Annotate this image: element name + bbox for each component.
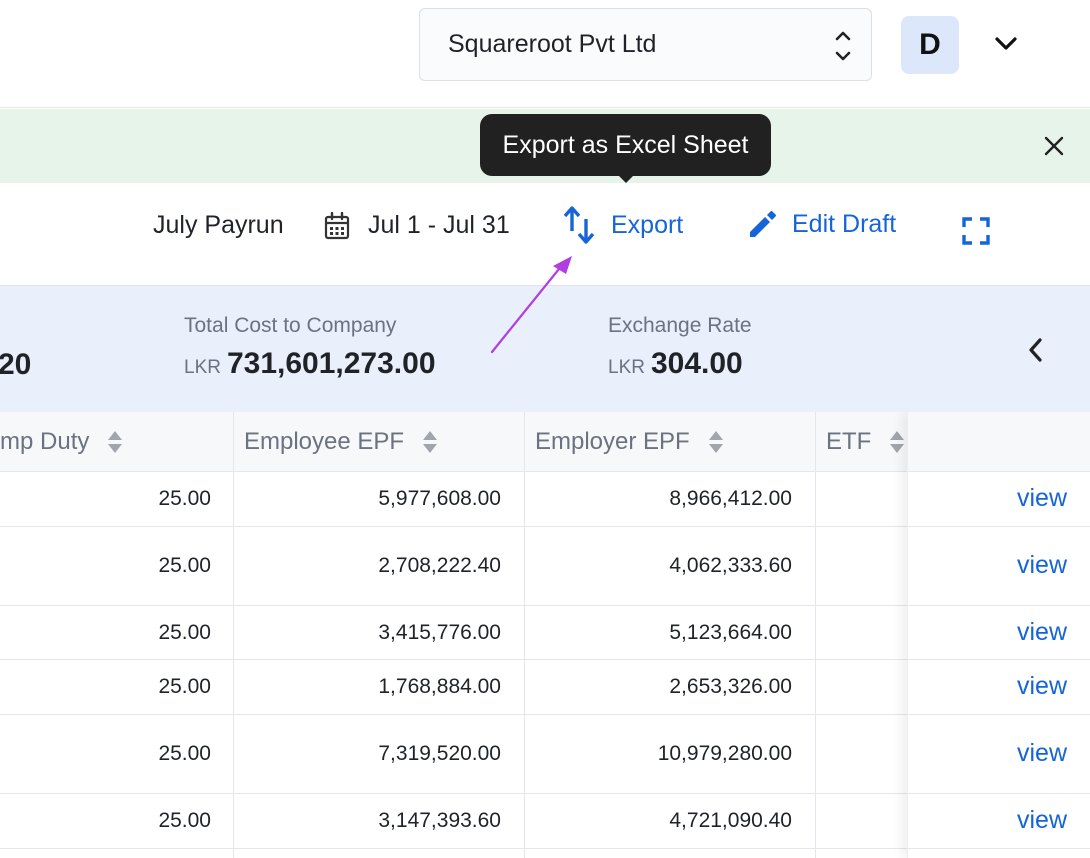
sort-icon (890, 431, 905, 453)
cell-employer-epf: 5,123,664.00 (525, 606, 816, 659)
cell-employer-epf: 4,721,090.40 (525, 794, 816, 848)
actions-column-header (908, 412, 1090, 472)
cell-employer-epf: 10,979,280.00 (525, 715, 816, 793)
action-cell: view (908, 472, 1090, 527)
tooltip-arrow (615, 172, 637, 183)
action-cell: view (908, 527, 1090, 606)
total-cost-label: Total Cost to Company (184, 314, 397, 337)
cell-employer-epf (525, 849, 816, 858)
exchange-rate-value: LKR 304.00 (608, 347, 743, 381)
column-header-stamp-duty[interactable]: mp Duty (0, 412, 234, 472)
payrun-name: July Payrun (153, 211, 284, 239)
cell-stamp-duty: 25.00 (0, 472, 234, 526)
view-link[interactable]: view (1017, 739, 1067, 768)
cell-employee-epf: 5,977,608.00 (234, 472, 525, 526)
action-cell: view (908, 715, 1090, 794)
top-bar: Squareroot Pvt Ltd D (0, 0, 1090, 108)
sort-icon (108, 431, 123, 453)
edit-draft-label: Edit Draft (792, 209, 897, 238)
view-link[interactable]: view (1017, 551, 1067, 580)
cell-stamp-duty: 25.00 (0, 715, 234, 793)
cell-stamp-duty: 25.00 (0, 606, 234, 659)
exchange-rate-amount: 304.00 (650, 347, 743, 380)
chevron-down-icon[interactable] (992, 30, 1020, 58)
action-cell: view (908, 606, 1090, 660)
view-link[interactable]: view (1017, 806, 1067, 835)
cell-employee-epf: 2,708,222.40 (234, 527, 525, 605)
close-icon[interactable] (1041, 133, 1067, 159)
payrun-summary (0, 286, 1090, 412)
total-cost-value: LKR 731,601,273.00 (184, 347, 436, 381)
action-cell: view (908, 794, 1090, 849)
calendar-icon (324, 212, 350, 240)
cell-stamp-duty: 25.00 (0, 660, 234, 714)
cell-employee-epf: 1,768,884.00 (234, 660, 525, 714)
cell-employee-epf: 3,147,393.60 (234, 794, 525, 848)
actions-column: view view view view view view (907, 412, 1090, 858)
cell-stamp-duty: 25.00 (0, 794, 234, 848)
sort-icon (708, 431, 723, 453)
export-button[interactable]: Export (563, 203, 683, 247)
avatar[interactable]: D (901, 16, 959, 74)
sort-icon (423, 431, 438, 453)
cell-employer-epf: 2,653,326.00 (525, 660, 816, 714)
date-range[interactable]: Jul 1 - Jul 31 (368, 211, 510, 240)
view-link[interactable]: view (1017, 484, 1067, 513)
company-select[interactable]: Squareroot Pvt Ltd (419, 8, 872, 81)
column-header-employer-epf[interactable]: Employer EPF (525, 412, 816, 472)
exchange-rate-label: Exchange Rate (608, 314, 752, 337)
company-name: Squareroot Pvt Ltd (448, 30, 657, 58)
updown-chevron-icon (835, 31, 851, 61)
action-cell: view (908, 660, 1090, 715)
cell-employee-epf: 7,319,520.00 (234, 715, 525, 793)
swap-vertical-icon (563, 206, 595, 244)
edit-draft-button[interactable]: Edit Draft (747, 204, 896, 244)
cell-stamp-duty: 25.00 (0, 527, 234, 605)
currency-code: LKR (184, 357, 221, 378)
total-cost-amount: 731,601,273.00 (226, 347, 436, 380)
currency-code: LKR (608, 357, 645, 378)
cell-employee-epf: 3,415,776.00 (234, 606, 525, 659)
cell-stamp-duty (0, 849, 234, 858)
export-tooltip: Export as Excel Sheet (480, 114, 771, 176)
column-header-employee-epf[interactable]: Employee EPF (234, 412, 525, 472)
view-link[interactable]: view (1017, 618, 1067, 647)
view-link[interactable]: view (1017, 672, 1067, 701)
chevron-left-icon[interactable] (1024, 336, 1048, 364)
export-label: Export (611, 210, 684, 239)
fullscreen-icon[interactable] (962, 217, 990, 245)
payrun-table: mp Duty Employee EPF Employer EPF ETF 25… (0, 412, 1090, 858)
cell-employee-epf (234, 849, 525, 858)
cell-employer-epf: 4,062,333.60 (525, 527, 816, 605)
pencil-icon (750, 211, 776, 237)
cell-employer-epf: 8,966,412.00 (525, 472, 816, 526)
summary-partial-value: 20 (0, 348, 32, 381)
